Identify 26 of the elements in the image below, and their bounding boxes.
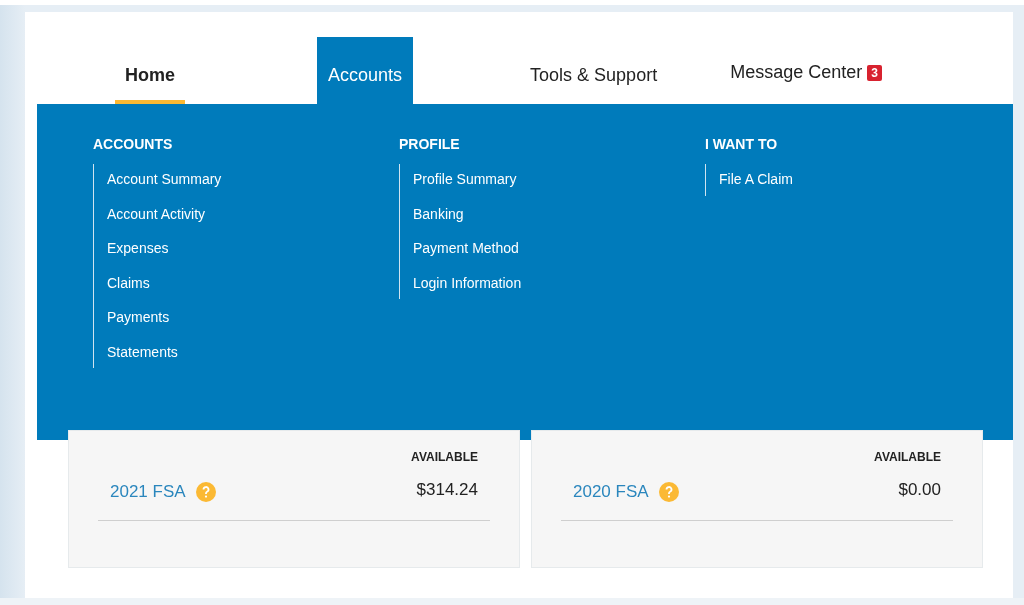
menu-link[interactable]: File A Claim — [719, 170, 1011, 190]
nav-tab[interactable]: Accounts — [317, 37, 414, 104]
menu-link[interactable]: Account Summary — [107, 170, 399, 190]
menu-link[interactable]: Statements — [107, 342, 399, 362]
menu-link[interactable]: Payment Method — [413, 239, 705, 259]
menu-link[interactable]: Payments — [107, 308, 399, 328]
menu-heading: ACCOUNTS — [93, 136, 174, 152]
account-link[interactable]: 2020 FSA — [573, 482, 649, 502]
column-label: AVAILABLE — [410, 449, 479, 464]
account-link[interactable]: 2021 FSA — [110, 482, 186, 502]
menu-heading: I WANT TO — [705, 136, 779, 152]
menu-link[interactable]: Login Information — [413, 273, 705, 293]
amount-text: $314.24 — [416, 480, 478, 500]
nav-tab[interactable]: Tools & Support — [519, 37, 669, 104]
count-badge: 3 — [867, 64, 882, 81]
menu-link[interactable]: Profile Summary — [413, 170, 705, 190]
menu-link[interactable]: Account Activity — [107, 204, 399, 224]
amount-text: $0.00 — [898, 480, 941, 500]
help-icon[interactable] — [195, 482, 216, 502]
menu-link[interactable]: Banking — [413, 204, 705, 224]
nav-tab[interactable]: Message Center — [730, 62, 863, 83]
menu-link[interactable]: Claims — [107, 273, 399, 293]
menu-heading: PROFILE — [399, 136, 461, 152]
menu-link[interactable]: Expenses — [107, 239, 399, 259]
column-label: AVAILABLE — [873, 449, 942, 464]
help-icon[interactable] — [658, 482, 679, 502]
